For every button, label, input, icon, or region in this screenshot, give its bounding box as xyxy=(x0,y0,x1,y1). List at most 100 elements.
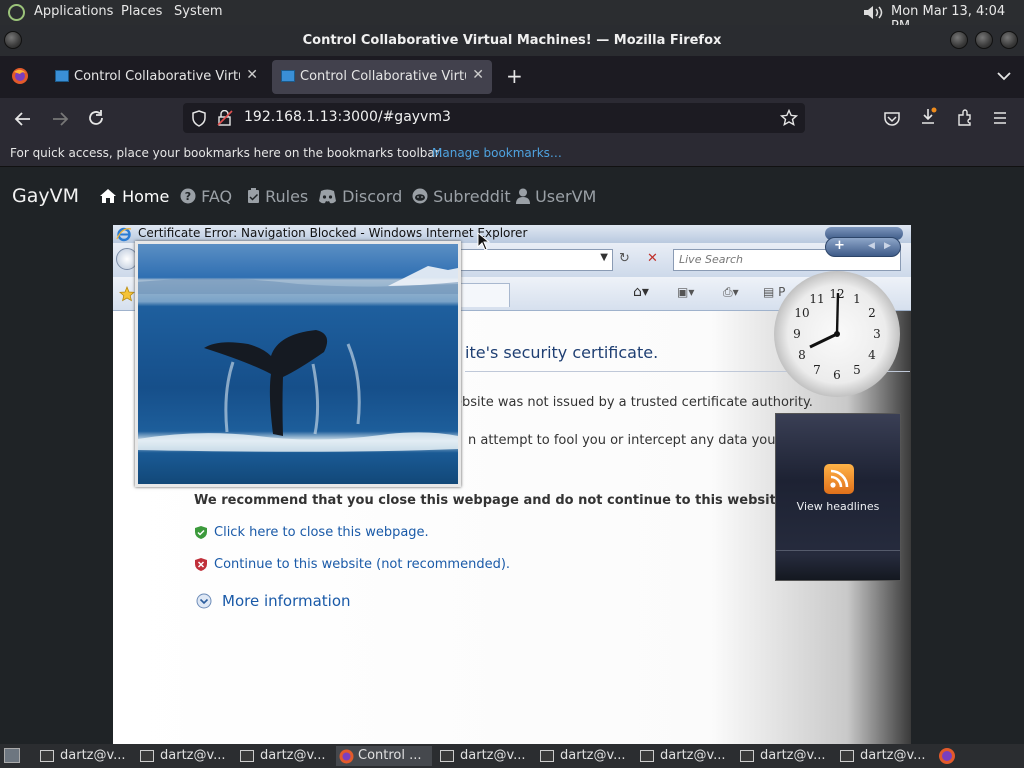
ie-feeds-icon[interactable]: ▣▾ xyxy=(677,285,694,299)
gadget-divider xyxy=(776,550,900,551)
forward-icon[interactable] xyxy=(51,110,69,128)
taskbar-item-terminal[interactable]: dartz@v... xyxy=(438,746,534,766)
show-desktop-icon[interactable] xyxy=(4,748,20,763)
svg-text:4: 4 xyxy=(868,348,876,362)
tab-close-icon[interactable]: ✕ xyxy=(472,67,484,83)
bookmark-star-icon[interactable] xyxy=(780,109,798,127)
ie-tab[interactable] xyxy=(458,283,510,307)
ie-url-field[interactable]: ▼ xyxy=(458,249,613,271)
svg-text:10: 10 xyxy=(794,306,809,320)
view-headlines-label[interactable]: View headlines xyxy=(776,500,900,513)
ie-print-icon[interactable]: ⎙▾ xyxy=(723,285,739,300)
distro-logo-icon[interactable] xyxy=(8,4,25,21)
close-window-button[interactable] xyxy=(1000,31,1018,49)
favorites-star-icon[interactable] xyxy=(119,286,135,302)
minimize-button[interactable] xyxy=(950,31,968,49)
whale-tail-image xyxy=(138,266,458,452)
reload-icon[interactable] xyxy=(87,109,105,127)
svg-text:11: 11 xyxy=(809,292,824,306)
nav-rules[interactable]: Rules xyxy=(247,187,308,206)
taskbar-item-terminal[interactable]: dartz@v... xyxy=(838,746,934,766)
firefox-launcher-icon[interactable] xyxy=(938,747,956,765)
taskbar-item-terminal[interactable]: dartz@v... xyxy=(538,746,634,766)
bottom-taskbar: dartz@v... dartz@v... dartz@v... Control… xyxy=(0,744,1024,768)
url-text[interactable]: 192.168.1.13:3000/#gayvm3 xyxy=(244,109,451,125)
svg-text:?: ? xyxy=(185,190,191,203)
home-icon xyxy=(100,189,116,203)
taskbar-item-terminal[interactable]: dartz@v... xyxy=(138,746,234,766)
ie-search-placeholder: Live Search xyxy=(679,253,743,266)
taskbar-item-terminal[interactable]: dartz@v... xyxy=(238,746,334,766)
system-menu[interactable]: System xyxy=(174,4,222,19)
expand-chevron-icon[interactable] xyxy=(196,593,212,609)
volume-icon[interactable] xyxy=(862,4,884,21)
firefox-menu-icon[interactable] xyxy=(11,67,29,85)
nav-home[interactable]: Home xyxy=(99,187,169,206)
feed-headlines-gadget[interactable]: View headlines xyxy=(775,413,901,581)
back-icon[interactable] xyxy=(14,110,32,128)
safe-shield-icon xyxy=(195,526,207,539)
ie-refresh-icon[interactable]: ↻ xyxy=(619,251,630,266)
tab-bar: Control Collaborative Virtual Machines! … xyxy=(0,56,1024,98)
taskbar-item-terminal[interactable]: dartz@v... xyxy=(38,746,134,766)
ie-url-dropdown-icon[interactable]: ▼ xyxy=(600,252,608,263)
top-panel: Applications Places System Mon Mar 13, 4… xyxy=(0,0,1024,34)
rss-icon xyxy=(824,464,854,494)
maximize-button[interactable] xyxy=(975,31,993,49)
ie-stop-icon[interactable]: ✕ xyxy=(647,251,658,266)
svg-text:8: 8 xyxy=(798,348,806,362)
clock-face: 12 1 2 3 4 5 6 7 8 9 10 11 xyxy=(793,287,881,382)
terminal-icon xyxy=(840,750,854,762)
tab-close-icon[interactable]: ✕ xyxy=(246,67,258,83)
more-information-link[interactable]: More information xyxy=(222,592,351,610)
sidebar-controls[interactable]: + ◀ ▶ xyxy=(825,237,901,257)
taskbar-item-firefox[interactable]: Control ... xyxy=(336,746,432,766)
extensions-icon[interactable] xyxy=(956,109,974,127)
taskbar-item-terminal[interactable]: dartz@v... xyxy=(738,746,834,766)
new-tab-button[interactable]: + xyxy=(506,64,523,88)
error-detail-line-2: n attempt to fool you or intercept any d… xyxy=(468,433,811,448)
site-navbar: GayVM Home ? FAQ Rules Discord Subreddit… xyxy=(0,167,1024,225)
downloads-icon[interactable] xyxy=(919,107,939,127)
taskbar-item-terminal[interactable]: dartz@v... xyxy=(638,746,734,766)
ie-logo-icon xyxy=(116,227,132,242)
insecure-lock-icon[interactable] xyxy=(217,110,233,127)
gadget-prev-icon[interactable]: ◀ xyxy=(868,241,875,251)
hamburger-menu-icon[interactable] xyxy=(992,110,1008,126)
applications-menu[interactable]: Applications xyxy=(34,4,113,19)
tab-1[interactable]: Control Collaborative Virtual Machines! … xyxy=(46,60,266,94)
window-menu-button[interactable] xyxy=(4,31,22,49)
clock-gadget[interactable]: 12 1 2 3 4 5 6 7 8 9 10 11 xyxy=(774,271,900,397)
manage-bookmarks-link[interactable]: Manage bookmarks… xyxy=(432,146,562,160)
pocket-icon[interactable] xyxy=(883,110,901,128)
bookmarks-toolbar: For quick access, place your bookmarks h… xyxy=(0,140,1024,167)
slideshow-gadget-picture[interactable] xyxy=(135,241,461,487)
tab-2-active[interactable]: Control Collaborative Virtual Machines! … xyxy=(272,60,492,94)
gadget-next-icon[interactable]: ▶ xyxy=(884,241,891,251)
nav-subreddit[interactable]: Subreddit xyxy=(412,187,511,206)
svg-text:7: 7 xyxy=(813,363,821,377)
site-brand[interactable]: GayVM xyxy=(12,185,79,207)
add-gadget-icon[interactable]: + xyxy=(834,238,845,253)
close-webpage-link[interactable]: Click here to close this webpage. xyxy=(214,525,429,540)
vm-screen[interactable]: Certificate Error: Navigation Blocked - … xyxy=(113,225,911,744)
terminal-icon xyxy=(640,750,654,762)
reddit-icon xyxy=(412,188,428,204)
svg-text:3: 3 xyxy=(873,327,881,341)
svg-text:6: 6 xyxy=(833,368,841,382)
ie-home-icon[interactable]: ⌂▾ xyxy=(633,284,649,300)
terminal-icon xyxy=(540,750,554,762)
nav-discord[interactable]: Discord xyxy=(318,187,402,206)
list-tabs-chevron-icon[interactable] xyxy=(996,70,1012,82)
nav-faq[interactable]: ? FAQ xyxy=(180,187,232,206)
clipboard-icon xyxy=(248,188,259,203)
error-heading: ite's security certificate. xyxy=(465,343,659,362)
tab-title: Control Collaborative Virtual Machines! xyxy=(74,69,240,84)
tracking-shield-icon[interactable] xyxy=(191,110,207,127)
url-bar[interactable]: 192.168.1.13:3000/#gayvm3 xyxy=(183,103,805,133)
continue-website-link[interactable]: Continue to this website (not recommende… xyxy=(214,557,510,572)
places-menu[interactable]: Places xyxy=(121,4,162,19)
firefox-icon xyxy=(339,749,354,764)
window-titlebar[interactable]: Control Collaborative Virtual Machines! … xyxy=(0,25,1024,56)
nav-uservm[interactable]: UserVM xyxy=(516,187,596,206)
